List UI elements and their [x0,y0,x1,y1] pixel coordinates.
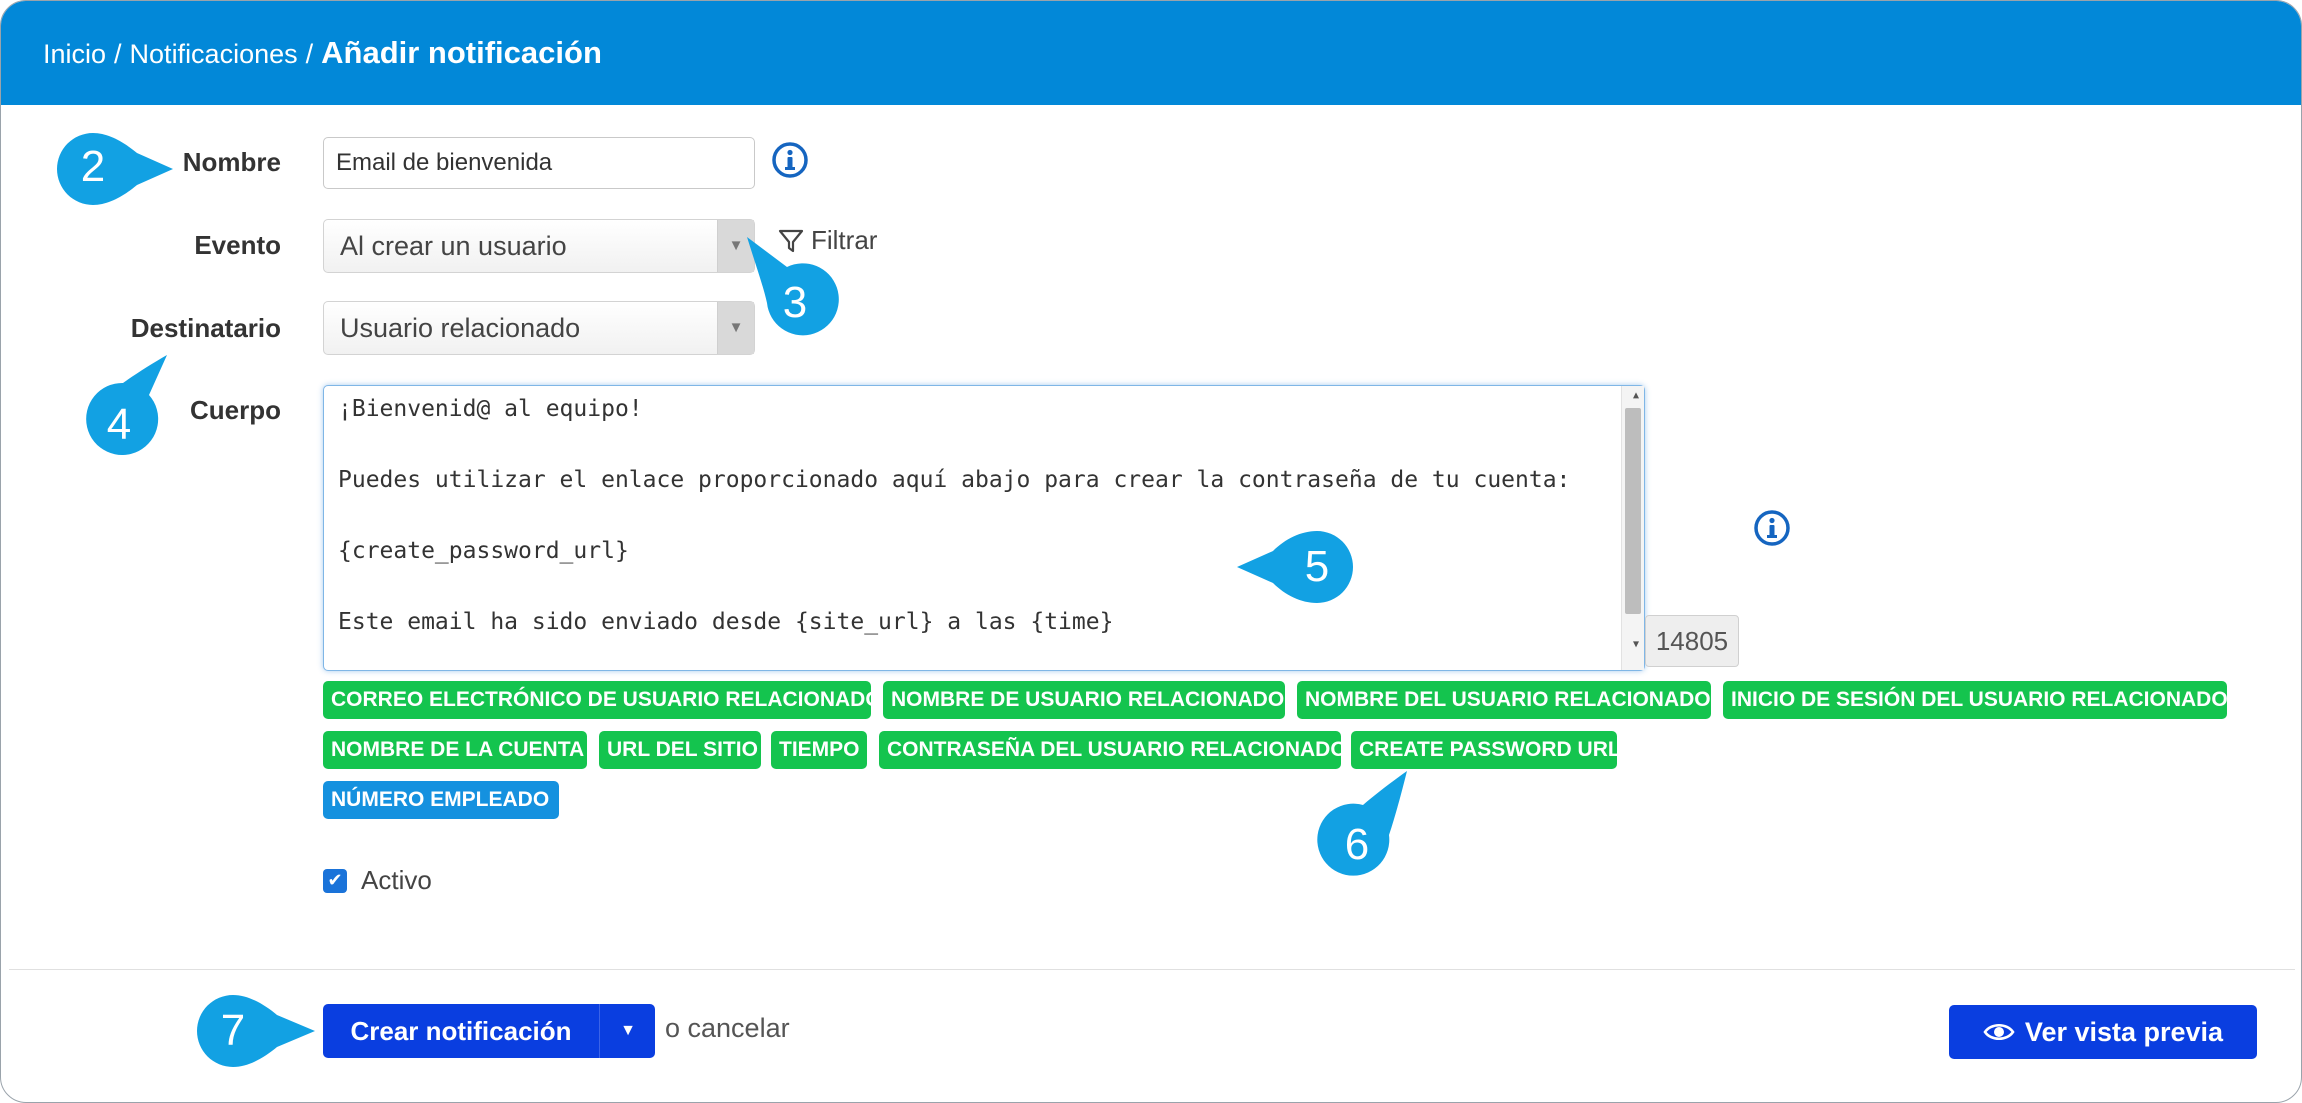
tag-time[interactable]: TIEMPO [771,731,867,769]
svg-text:2: 2 [81,142,105,191]
name-label: Nombre [182,147,281,177]
tag-related-user-email[interactable]: CORREO ELECTRÓNICO DE USUARIO RELACIONAD… [323,681,882,719]
body-line: Este email ha sido enviado desde {site_u… [338,609,1114,635]
callout-5: 5 [1233,527,1357,607]
active-checkbox[interactable]: ✔ [323,869,347,893]
breadcrumb: Inicio / Notificaciones / Añadir notificació… [43,35,602,70]
info-icon[interactable] [1753,509,1791,547]
event-select-value: Al crear un usuario [340,231,567,261]
svg-text:4: 4 [107,400,131,449]
eye-icon [1983,1023,2015,1041]
tag-account-name[interactable]: NOMBRE DE LA CUENTA [323,731,587,769]
scrollbar-thumb[interactable] [1625,408,1641,614]
preview-button[interactable]: Ver vista previa [1949,1005,2257,1059]
page-title: Añadir notificación [321,35,602,70]
tag-related-user-name[interactable]: NOMBRE DEL USUARIO RELACIONADO [1297,681,1711,719]
tag-create-password-url[interactable]: CREATE PASSWORD URL [1351,731,1621,769]
body-line: Puedes utilizar el enlace proporcionado … [338,467,1571,493]
breadcrumb-notifications[interactable]: Notificaciones [130,39,298,69]
active-label: Activo [361,865,432,895]
svg-text:7: 7 [221,1006,245,1055]
recipient-select[interactable]: Usuario relacionado ▼ [323,301,755,355]
callout-2: 2 [55,129,175,209]
main-window: Inicio / Notificaciones / Añadir notificació… [0,0,2302,1103]
body-line: {create_password_url} [338,538,629,564]
breadcrumb-home[interactable]: Inicio [43,39,106,69]
header-bar: Inicio / Notificaciones / Añadir notificació… [1,1,2301,105]
create-notification-label[interactable]: Crear notificación [323,1004,599,1058]
tag-site-url[interactable]: URL DEL SITIO [599,731,761,769]
callout-7: 7 [193,991,317,1071]
svg-text:5: 5 [1305,542,1329,591]
scroll-down-icon[interactable]: ▼ [1633,639,1639,650]
event-label: Evento [194,230,281,260]
event-select[interactable]: Al crear un usuario ▼ [323,219,755,273]
preview-label: Ver vista previa [2024,1016,2224,1047]
tag-employee-number[interactable]: NÚMERO EMPLEADO [323,781,559,819]
character-counter: 14805 [1645,615,1739,667]
name-input[interactable]: Email de bienvenida [323,137,755,189]
body-label: Cuerpo [190,395,281,425]
callout-4: 4 [79,351,179,457]
create-notification-button[interactable]: Crear notificación ▼ [323,1004,655,1058]
recipient-select-value: Usuario relacionado [340,313,581,343]
svg-text:6: 6 [1345,820,1369,869]
callout-6: 6 [1317,765,1417,877]
scrollbar[interactable]: ▲ ▼ [1621,386,1644,670]
tag-related-user-login[interactable]: INICIO DE SESIÓN DEL USUARIO RELACIONADO [1723,681,2228,719]
check-icon: ✔ [327,870,343,891]
scroll-up-icon[interactable]: ▲ [1633,390,1639,401]
body-textarea[interactable]: ¡Bienvenid@ al equipo! Puedes utilizar e… [323,385,1645,671]
svg-text:3: 3 [783,278,807,327]
callout-3: 3 [741,233,841,345]
info-icon[interactable] [771,141,809,179]
tag-related-username[interactable]: NOMBRE DE USUARIO RELACIONADO [883,681,1285,719]
caret-down-icon[interactable]: ▼ [599,1004,656,1058]
cancel-link[interactable]: o cancelar [665,1013,790,1044]
body-line: ¡Bienvenid@ al equipo! [338,396,643,422]
tag-related-user-password[interactable]: CONTRASEÑA DEL USUARIO RELACIONADO [879,731,1347,769]
recipient-label: Destinatario [130,313,281,343]
divider [9,969,2295,970]
